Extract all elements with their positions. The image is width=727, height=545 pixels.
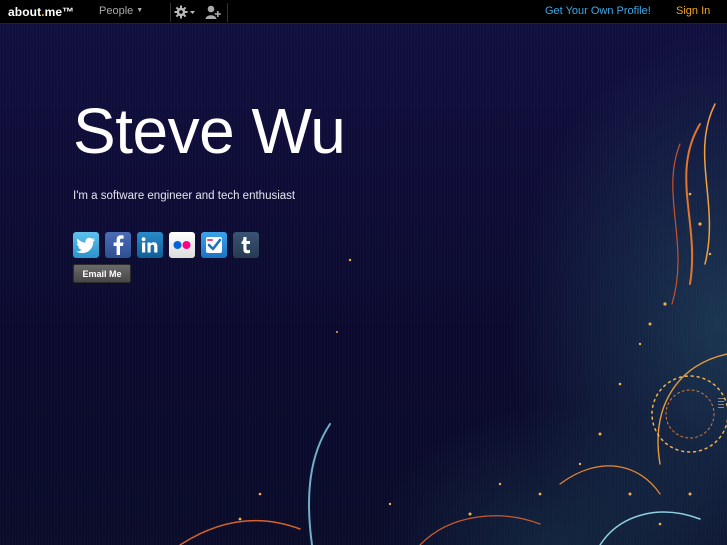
- foursquare-icon: [206, 237, 222, 253]
- linkedin-icon: [141, 237, 158, 253]
- logo-suffix: me™: [44, 5, 75, 19]
- twitter-link[interactable]: [73, 232, 99, 258]
- sign-in-link[interactable]: Sign In: [676, 5, 710, 17]
- chevron-down-icon: ▼: [136, 7, 144, 14]
- facebook-link[interactable]: [105, 232, 131, 258]
- foursquare-link[interactable]: [201, 232, 227, 258]
- profile-headline: I'm a software engineer and tech enthusi…: [73, 190, 296, 202]
- facebook-icon: [113, 235, 124, 255]
- flickr-icon: [173, 241, 191, 249]
- linkedin-link[interactable]: [137, 232, 163, 258]
- divider: [227, 3, 228, 22]
- get-your-own-profile-link[interactable]: Get Your Own Profile!: [545, 5, 651, 17]
- grip-icon: [718, 398, 724, 408]
- gear-menu-button[interactable]: [174, 4, 196, 20]
- scrollbar-grip[interactable]: [717, 396, 725, 410]
- add-user-icon: [205, 5, 221, 19]
- tumblr-icon: [241, 237, 250, 254]
- add-user-button[interactable]: [205, 4, 221, 20]
- profile-name: Steve Wu: [73, 95, 346, 167]
- email-me-button[interactable]: Email Me: [73, 264, 131, 283]
- aboutme-logo[interactable]: about.me™: [8, 5, 74, 19]
- flickr-link[interactable]: [169, 232, 195, 258]
- twitter-icon: [76, 237, 95, 253]
- tumblr-link[interactable]: [233, 232, 259, 258]
- people-menu[interactable]: People ▼: [99, 5, 143, 17]
- social-links: [73, 232, 259, 258]
- logo-text: about: [8, 5, 42, 19]
- divider: [170, 3, 171, 22]
- top-navigation-bar: about.me™ People ▼ Get Your Own Profile! …: [0, 0, 727, 24]
- gear-icon: [174, 5, 195, 19]
- people-menu-label: People: [99, 5, 134, 17]
